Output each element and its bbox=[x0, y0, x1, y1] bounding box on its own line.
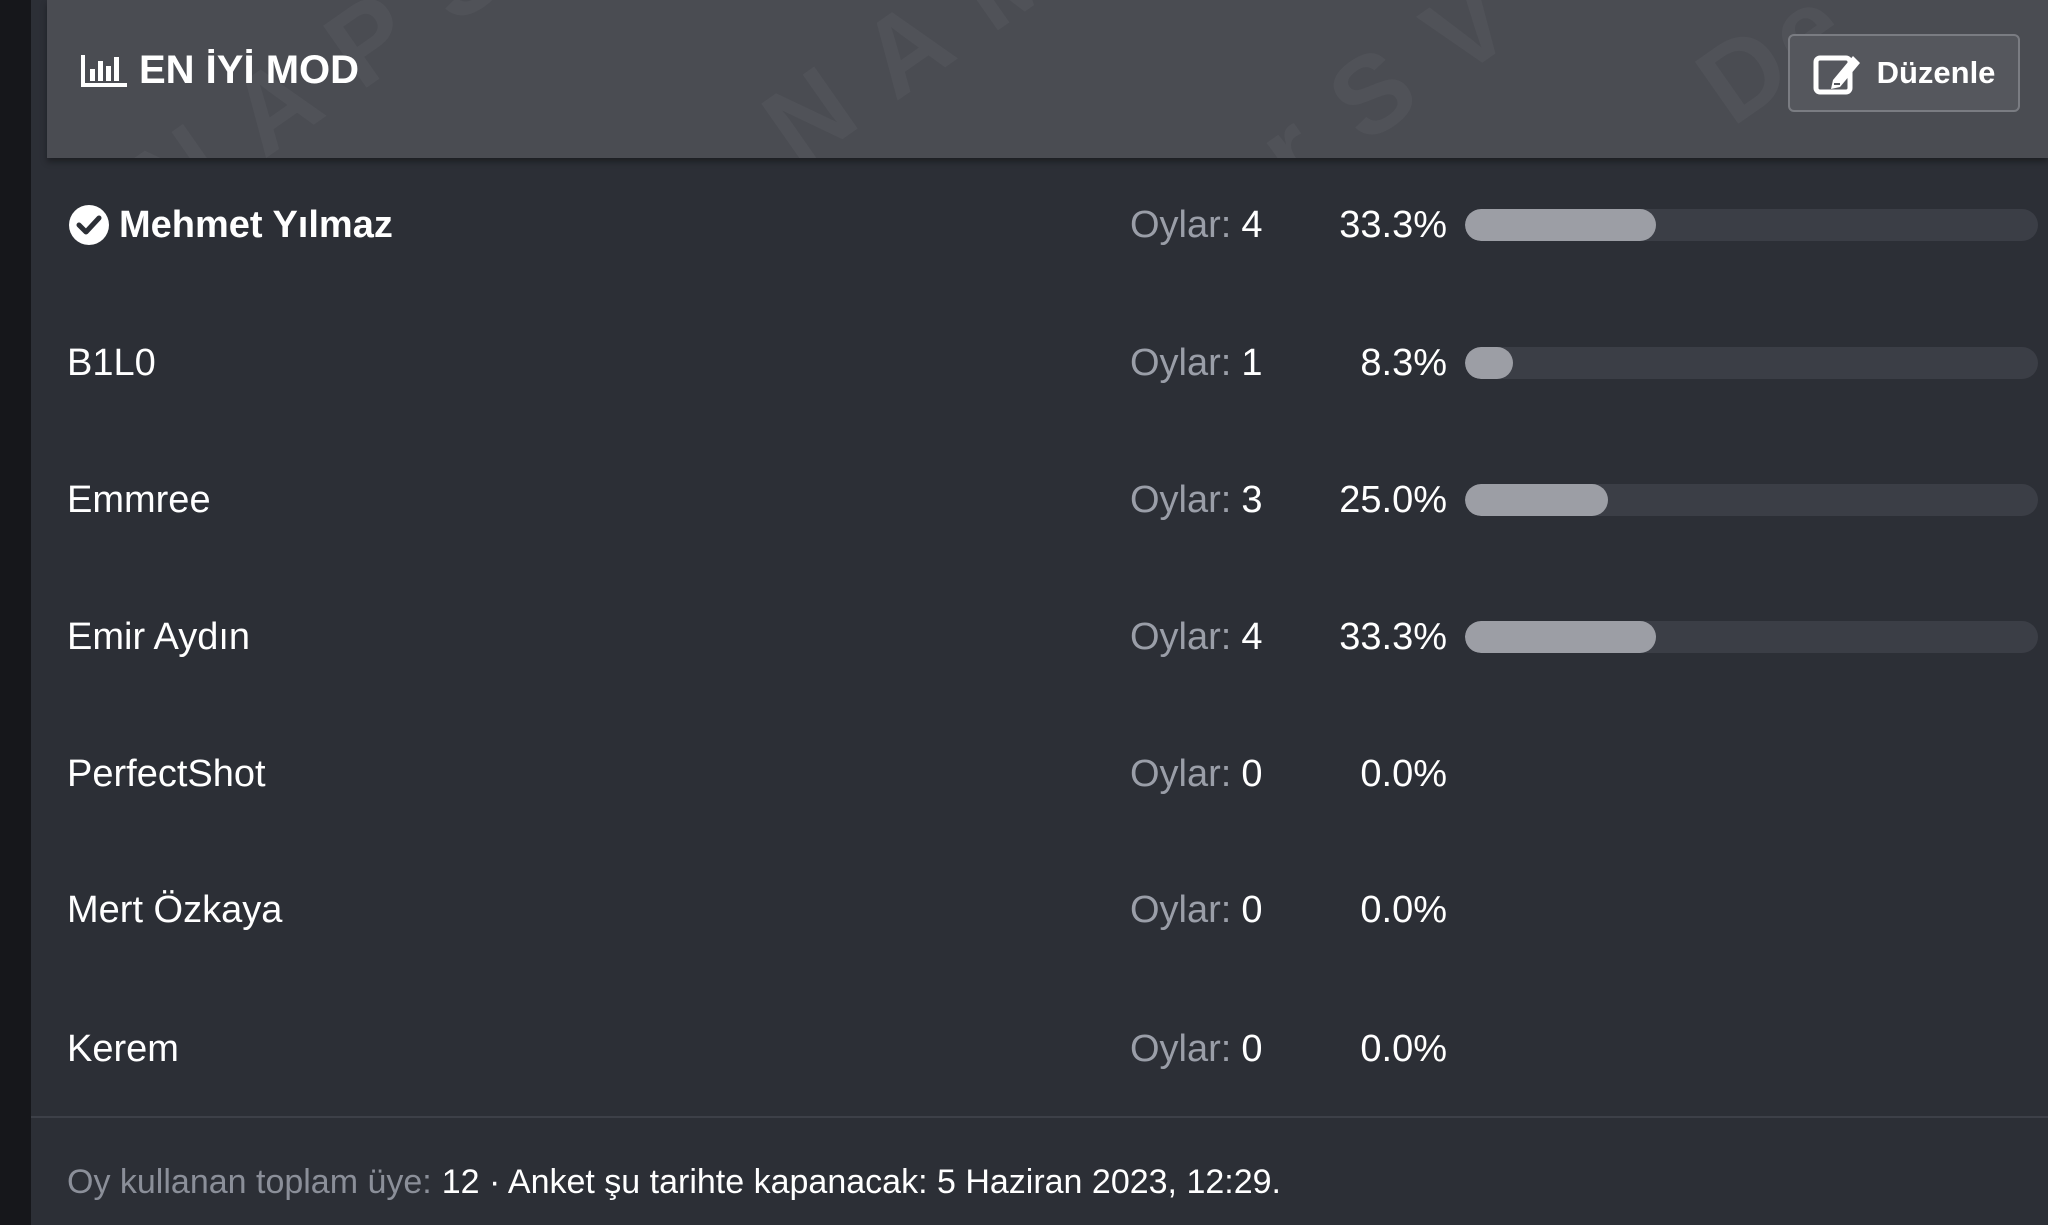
option-bar-track bbox=[1465, 347, 2038, 379]
option-votes: Oylar: 0 bbox=[1130, 870, 1300, 950]
option-votes: Oylar: 4 bbox=[1130, 597, 1300, 677]
votes-label: Oylar: bbox=[1130, 888, 1232, 931]
option-name: Mert Özkaya bbox=[67, 870, 282, 950]
option-bar-fill bbox=[1465, 209, 1656, 241]
poll-option: Mehmet Yılmaz Oylar: 4 33.3% bbox=[31, 185, 2048, 265]
votes-count: 4 bbox=[1241, 203, 1263, 246]
votes-count: 0 bbox=[1241, 752, 1263, 795]
option-name-text: Kerem bbox=[67, 1027, 179, 1070]
option-name-text: Mert Özkaya bbox=[67, 888, 283, 931]
option-bar-fill bbox=[1465, 484, 1609, 516]
poll-footer: Oy kullanan toplam üye: 12 · Anket şu ta… bbox=[67, 1152, 1281, 1212]
option-votes: Oylar: 3 bbox=[1130, 460, 1300, 540]
total-voters-and-close-date: 12 · Anket şu tarihte kapanacak: 5 Hazir… bbox=[441, 1162, 1281, 1201]
poll-header: N A P S N A M r S V De EN İYİ MOD bbox=[47, 0, 2048, 158]
option-bar-track bbox=[1465, 209, 2038, 241]
option-percent: 0.0% bbox=[1360, 1027, 1447, 1070]
option-votes: Oylar: 0 bbox=[1130, 734, 1300, 814]
option-votes: Oylar: 4 bbox=[1130, 185, 1300, 265]
option-bar-track bbox=[1465, 484, 2038, 516]
edit-poll-button[interactable]: Düzenle bbox=[1788, 34, 2020, 112]
option-name: Emmree bbox=[67, 460, 211, 540]
poll-option: Emir Aydın Oylar: 4 33.3% bbox=[31, 597, 2048, 677]
page-left-edge bbox=[0, 0, 31, 1225]
check-circle-icon bbox=[67, 203, 111, 247]
option-percent: 33.3% bbox=[1339, 203, 1447, 246]
poll-option: Kerem Oylar: 0 0.0% bbox=[31, 1009, 2048, 1089]
option-name-text: B1L0 bbox=[67, 341, 156, 384]
option-name: B1L0 bbox=[67, 323, 156, 403]
option-name-text: Emir Aydın bbox=[67, 615, 251, 658]
votes-label: Oylar: bbox=[1130, 341, 1232, 384]
votes-label: Oylar: bbox=[1130, 203, 1232, 246]
option-name: Emir Aydın bbox=[67, 597, 250, 677]
poll-option: Mert Özkaya Oylar: 0 0.0% bbox=[31, 870, 2048, 950]
option-votes: Oylar: 0 bbox=[1130, 1009, 1300, 1089]
option-percent: 33.3% bbox=[1339, 615, 1447, 658]
poll-title: EN İYİ MOD bbox=[81, 42, 359, 98]
total-voters-label: Oy kullanan toplam üye: bbox=[67, 1162, 432, 1201]
header-watermark: N A M bbox=[741, 0, 1087, 158]
votes-label: Oylar: bbox=[1130, 615, 1232, 658]
votes-count: 3 bbox=[1241, 478, 1263, 521]
votes-count: 0 bbox=[1241, 1027, 1263, 1070]
edit-button-label: Düzenle bbox=[1876, 55, 1996, 90]
header-watermark: r S V bbox=[1236, 0, 1539, 158]
poll-option: B1L0 Oylar: 1 8.3% bbox=[31, 323, 2048, 403]
votes-label: Oylar: bbox=[1130, 478, 1232, 521]
option-name: Mehmet Yılmaz bbox=[67, 185, 393, 265]
option-name: Kerem bbox=[67, 1009, 179, 1089]
option-percent: 0.0% bbox=[1360, 752, 1447, 795]
poll-block: N A P S N A M r S V De EN İYİ MOD bbox=[31, 0, 2048, 1225]
edit-icon bbox=[1813, 50, 1863, 96]
option-bar-fill bbox=[1465, 347, 1513, 379]
votes-label: Oylar: bbox=[1130, 752, 1232, 795]
poll-option: Emmree Oylar: 3 25.0% bbox=[31, 460, 2048, 540]
option-name: PerfectShot bbox=[67, 734, 266, 814]
option-votes: Oylar: 1 bbox=[1130, 323, 1300, 403]
option-bar-track bbox=[1465, 621, 2038, 653]
votes-count: 0 bbox=[1241, 888, 1263, 931]
votes-count: 1 bbox=[1241, 341, 1263, 384]
option-percent: 0.0% bbox=[1360, 888, 1447, 931]
poll-title-text: EN İYİ MOD bbox=[139, 47, 360, 92]
option-name-text: PerfectShot bbox=[67, 752, 266, 795]
option-percent: 25.0% bbox=[1339, 478, 1447, 521]
option-name-text: Emmree bbox=[67, 478, 211, 521]
option-percent: 8.3% bbox=[1360, 341, 1447, 384]
option-name-text: Mehmet Yılmaz bbox=[119, 203, 393, 246]
votes-label: Oylar: bbox=[1130, 1027, 1232, 1070]
bar-chart-icon bbox=[81, 53, 127, 87]
option-bar-fill bbox=[1465, 621, 1656, 653]
votes-count: 4 bbox=[1241, 615, 1263, 658]
poll-option: PerfectShot Oylar: 0 0.0% bbox=[31, 734, 2048, 814]
footer-divider bbox=[31, 1116, 2048, 1118]
